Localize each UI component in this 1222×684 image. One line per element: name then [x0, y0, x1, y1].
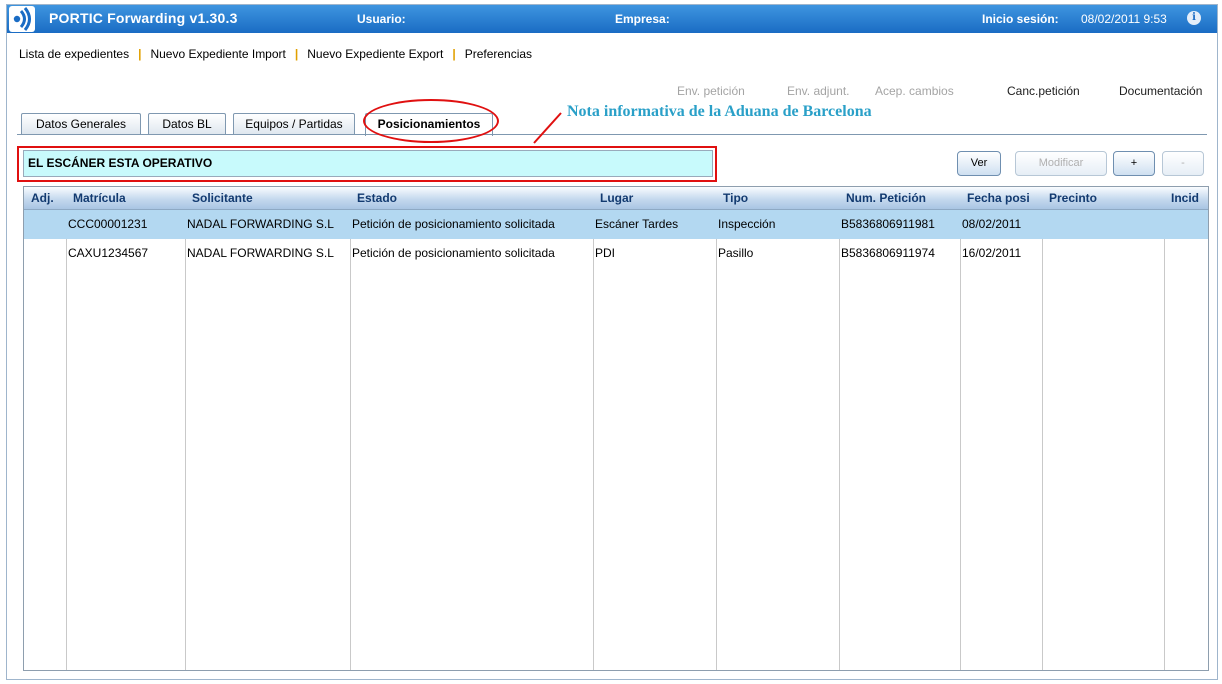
annotation-text: Nota informativa de la Aduana de Barcelo…: [567, 103, 872, 120]
app-window: PORTIC Forwarding v1.30.3 Usuario: Empre…: [6, 4, 1218, 680]
column-header-num-peticion[interactable]: Num. Petición: [839, 187, 960, 209]
column-header-adj[interactable]: Adj.: [24, 187, 66, 209]
info-icon[interactable]: i: [1187, 11, 1201, 25]
cell-tipo: Inspección: [718, 217, 776, 231]
menu-separator: |: [138, 47, 142, 61]
cell-matricula: CAXU1234567: [68, 246, 149, 260]
informative-note: EL ESCÁNER ESTA OPERATIVO: [23, 150, 713, 177]
column-header-estado[interactable]: Estado: [350, 187, 593, 209]
company-label: Empresa:: [615, 12, 670, 26]
documentacion-link[interactable]: Documentación: [1119, 84, 1202, 98]
cell-fecha: 16/02/2011: [962, 246, 1022, 260]
column-header-incid[interactable]: Incid: [1164, 187, 1208, 209]
top-menu: Lista de expedientes | Nuevo Expediente Im…: [19, 47, 532, 61]
remove-button[interactable]: -: [1162, 151, 1204, 176]
cell-lugar: Escáner Tardes: [595, 217, 679, 231]
add-button[interactable]: +: [1113, 151, 1155, 176]
cell-num-peticion: B5836806911981: [841, 217, 935, 231]
column-header-matricula[interactable]: Matrícula: [66, 187, 185, 209]
tab-divider: [17, 134, 1207, 135]
column-header-solicitante[interactable]: Solicitante: [185, 187, 350, 209]
grid-header: Adj. Matrícula Solicitante Estado Lugar …: [24, 187, 1208, 210]
cell-estado: Petición de posicionamiento solicitada: [352, 217, 555, 231]
cell-solicitante: NADAL FORWARDING S.L: [187, 246, 334, 260]
cell-tipo: Pasillo: [718, 246, 754, 260]
canc-peticion-link[interactable]: Canc.petición: [1007, 84, 1080, 98]
acep-cambios-link[interactable]: Acep. cambios: [875, 84, 954, 98]
table-row[interactable]: CCC00001231 NADAL FORWARDING S.L Petició…: [24, 210, 1208, 239]
menu-separator: |: [452, 47, 456, 61]
cell-num-peticion: B5836806911974: [841, 246, 935, 260]
column-header-precinto[interactable]: Precinto: [1042, 187, 1164, 209]
env-adjunt-link[interactable]: Env. adjunt.: [787, 84, 849, 98]
cell-fecha: 08/02/2011: [962, 217, 1022, 231]
session-datetime: 08/02/2011 9:53: [1081, 12, 1167, 26]
column-header-tipo[interactable]: Tipo: [716, 187, 839, 209]
column-header-fecha[interactable]: Fecha posi: [960, 187, 1042, 209]
session-label: Inicio sesión:: [982, 12, 1059, 26]
tab-posicionamientos[interactable]: Posicionamientos: [365, 113, 493, 136]
cell-estado: Petición de posicionamiento solicitada: [352, 246, 555, 260]
modificar-button[interactable]: Modificar: [1015, 151, 1107, 176]
tab-datos-generales[interactable]: Datos Generales: [21, 113, 141, 134]
menu-separator: |: [294, 47, 299, 61]
menu-lista-expedientes[interactable]: Lista de expedientes: [19, 47, 129, 61]
tab-equipos-partidas[interactable]: Equipos / Partidas: [233, 113, 355, 134]
table-row[interactable]: CAXU1234567 NADAL FORWARDING S.L Petició…: [24, 239, 1208, 268]
portic-logo-icon: [9, 6, 35, 32]
cell-matricula: CCC00001231: [68, 217, 148, 231]
app-title: PORTIC Forwarding v1.30.3: [49, 10, 238, 26]
menu-preferencias[interactable]: Preferencias: [465, 47, 532, 61]
header-bar: PORTIC Forwarding v1.30.3 Usuario: Empre…: [7, 5, 1217, 33]
cell-solicitante: NADAL FORWARDING S.L: [187, 217, 334, 231]
posicionamientos-grid: Adj. Matrícula Solicitante Estado Lugar …: [23, 186, 1209, 671]
ver-button[interactable]: Ver: [957, 151, 1001, 176]
env-peticion-link[interactable]: Env. petición: [677, 84, 745, 98]
cell-lugar: PDI: [595, 246, 616, 260]
user-label: Usuario:: [357, 12, 406, 26]
menu-nuevo-expediente-import[interactable]: Nuevo Expediente Import: [150, 47, 285, 61]
tab-datos-bl[interactable]: Datos BL: [148, 113, 226, 134]
column-header-lugar[interactable]: Lugar: [593, 187, 716, 209]
menu-nuevo-expediente-export[interactable]: Nuevo Expediente Export: [307, 47, 443, 61]
